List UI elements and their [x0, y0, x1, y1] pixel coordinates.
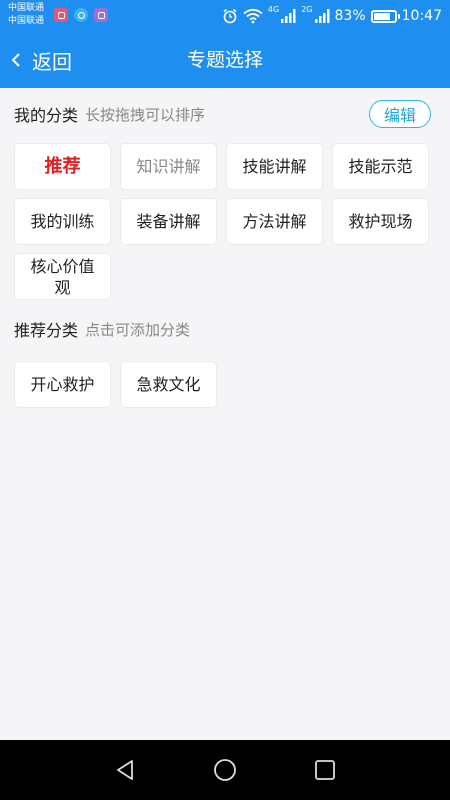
recommended-categories-header: 推荐分类 点击可添加分类: [14, 315, 436, 343]
nav-back-icon[interactable]: [113, 758, 137, 782]
battery-icon: [370, 9, 400, 23]
status-bar: 中国联通 中国联通 4G 2G 83% 10:47: [0, 0, 450, 32]
my-categories-title: 我的分类: [14, 106, 79, 125]
my-categories-hint: 长按拖拽可以排序: [85, 105, 206, 124]
my-category-chip[interactable]: 技能示范: [332, 143, 429, 190]
carrier-info: 中国联通 中国联通: [8, 2, 44, 28]
carrier-name-2: 中国联通: [8, 16, 45, 26]
recommended-category-chip[interactable]: 急救文化: [120, 361, 217, 408]
clock: 10:47: [401, 8, 442, 24]
my-category-chip[interactable]: 技能讲解: [226, 143, 323, 190]
app-bar: 专题选择 返回: [0, 32, 450, 88]
my-category-chip[interactable]: 我的训练: [14, 198, 111, 245]
my-category-chip[interactable]: 救护现场: [332, 198, 429, 245]
signal-strength-icon-2: [314, 9, 330, 23]
my-category-chip[interactable]: 方法讲解: [226, 198, 323, 245]
edit-button[interactable]: 编辑: [369, 100, 431, 128]
image-notification-icon: [94, 8, 108, 22]
alarm-icon: [223, 8, 237, 24]
my-categories-grid: 推荐 知识讲解 技能讲解 技能示范我的训练 装备讲解 方法讲解 救护现场核心价值观: [14, 143, 429, 300]
my-category-chip[interactable]: 装备讲解: [120, 198, 217, 245]
recommended-category-chip[interactable]: 开心救护: [14, 361, 111, 408]
battery-fill: [373, 12, 391, 20]
my-category-chip[interactable]: 核心价值观: [14, 253, 111, 300]
signal-strength-icon: [281, 9, 296, 23]
network-type-1: 4G: [267, 5, 280, 14]
my-category-chip[interactable]: 知识讲解: [120, 143, 217, 190]
back-button[interactable]: 返回: [10, 32, 72, 88]
chevron-left-icon: [11, 53, 20, 67]
recommended-categories-hint: 点击可添加分类: [85, 320, 191, 339]
back-label: 返回: [32, 49, 72, 74]
wifi-icon: [243, 8, 263, 24]
battery-percent: 83%: [334, 8, 366, 24]
status-indicators: 4G 2G 83% 10:47: [222, 0, 442, 32]
chat-notification-icon: [74, 8, 88, 22]
notification-icons: [54, 8, 108, 22]
network-type-2: 2G: [301, 5, 313, 14]
recommended-categories-title: 推荐分类: [14, 321, 79, 340]
recommended-categories-grid: 开心救护 急救文化: [14, 361, 429, 408]
navigation-bar: [0, 740, 450, 800]
app-notification-icon: [54, 8, 68, 22]
nav-recents-icon[interactable]: [313, 758, 337, 782]
carrier-name-1: 中国联通: [8, 3, 45, 13]
nav-home-icon[interactable]: [213, 758, 237, 782]
my-categories-header: 我的分类 长按拖拽可以排序 编辑: [14, 100, 436, 128]
my-category-chip[interactable]: 推荐: [14, 143, 111, 190]
